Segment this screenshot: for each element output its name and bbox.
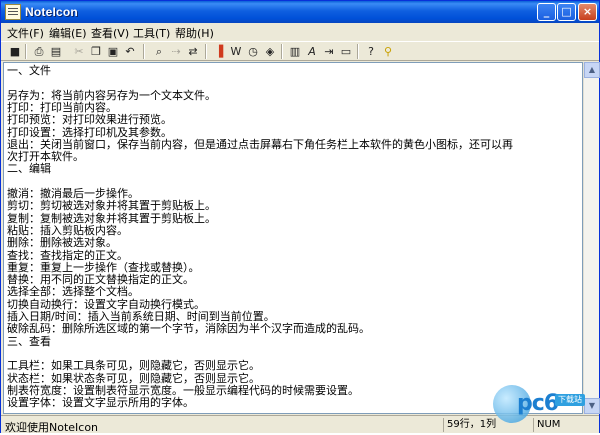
cut-icon[interactable]: ✂	[71, 44, 87, 59]
text-line: 二、编辑	[7, 162, 51, 176]
save-icon[interactable]: ■	[7, 44, 23, 59]
menu-bar: 文件(F) 编辑(E) 查看(V) 工具(T) 帮助(H)	[1, 23, 599, 41]
watermark-logo: pc6 下载站	[493, 385, 587, 425]
window-icon[interactable]: ▭	[338, 44, 354, 59]
print-preview-icon[interactable]: ▤	[48, 44, 64, 59]
print-icon[interactable]: ⎙	[31, 44, 47, 59]
copy-icon[interactable]: ❐	[88, 44, 104, 59]
toolbar-separator	[143, 44, 145, 59]
text-line: 三、查看	[7, 334, 51, 348]
menu-help[interactable]: 帮助(H)	[175, 25, 214, 41]
text-line: 破除乱码：删除所选区域的第一个字节，消除因为半个汉字而造成的乱码。	[7, 322, 370, 336]
toolbar-separator	[25, 44, 27, 59]
watermark-text: pc6	[517, 391, 559, 416]
scroll-up-button[interactable]: ▲	[584, 62, 600, 78]
paste-icon[interactable]: ▣	[105, 44, 121, 59]
text-color-icon[interactable]: ▐	[211, 44, 227, 59]
pin-icon[interactable]: ⚲	[380, 44, 396, 59]
title-bar[interactable]: NoteIcon _ □ ×	[1, 1, 599, 23]
menu-file[interactable]: 文件(F)	[7, 25, 44, 41]
toolbar-separator	[205, 44, 207, 59]
toolbar-separator	[281, 44, 283, 59]
menu-view[interactable]: 查看(V)	[91, 25, 129, 41]
toolbar-separator	[357, 44, 359, 59]
menu-tools[interactable]: 工具(T)	[133, 25, 170, 41]
window-title: NoteIcon	[25, 5, 78, 19]
vertical-scrollbar[interactable]: ▲ ▼	[583, 62, 600, 414]
close-button[interactable]: ×	[578, 3, 597, 21]
app-window: NoteIcon _ □ × 文件(F) 编辑(E) 查看(V) 工具(T) 帮…	[0, 0, 600, 434]
find-next-icon[interactable]: ⇢	[168, 44, 184, 59]
font-icon[interactable]: A	[304, 44, 320, 59]
undo-icon[interactable]: ↶	[122, 44, 138, 59]
clock-icon[interactable]: ◷	[245, 44, 261, 59]
text-editor[interactable]: 一、文件 另存为：将当前内容另存为一个文本文件。 打印：打印当前内容。 打印预览：对打…	[3, 62, 583, 414]
help-icon[interactable]: ?	[363, 44, 379, 59]
find-icon[interactable]: ⌕	[151, 44, 167, 59]
tab-width-icon[interactable]: ⇥	[321, 44, 337, 59]
minimize-button[interactable]: _	[537, 3, 556, 21]
wrap-icon[interactable]: W	[228, 44, 244, 59]
toolbar: ■ ⎙ ▤ ✂ ❐ ▣ ↶ ⌕ ⇢ ⇄ ▐ W ◷ ◈ ▥ A ⇥ ▭ ? ⚲	[1, 41, 599, 61]
text-line: 设置字体：设置文字显示所用的字体。	[7, 396, 194, 410]
menu-edit[interactable]: 编辑(E)	[49, 25, 87, 41]
text-line: 一、文件	[7, 64, 51, 77]
replace-icon[interactable]: ⇄	[185, 44, 201, 59]
toolbar-toggle-icon[interactable]: ▥	[287, 44, 303, 59]
maximize-button[interactable]: □	[557, 3, 576, 21]
watermark-tag: 下载站	[555, 394, 585, 406]
notepad-icon[interactable]	[5, 4, 21, 20]
fix-text-icon[interactable]: ◈	[262, 44, 278, 59]
